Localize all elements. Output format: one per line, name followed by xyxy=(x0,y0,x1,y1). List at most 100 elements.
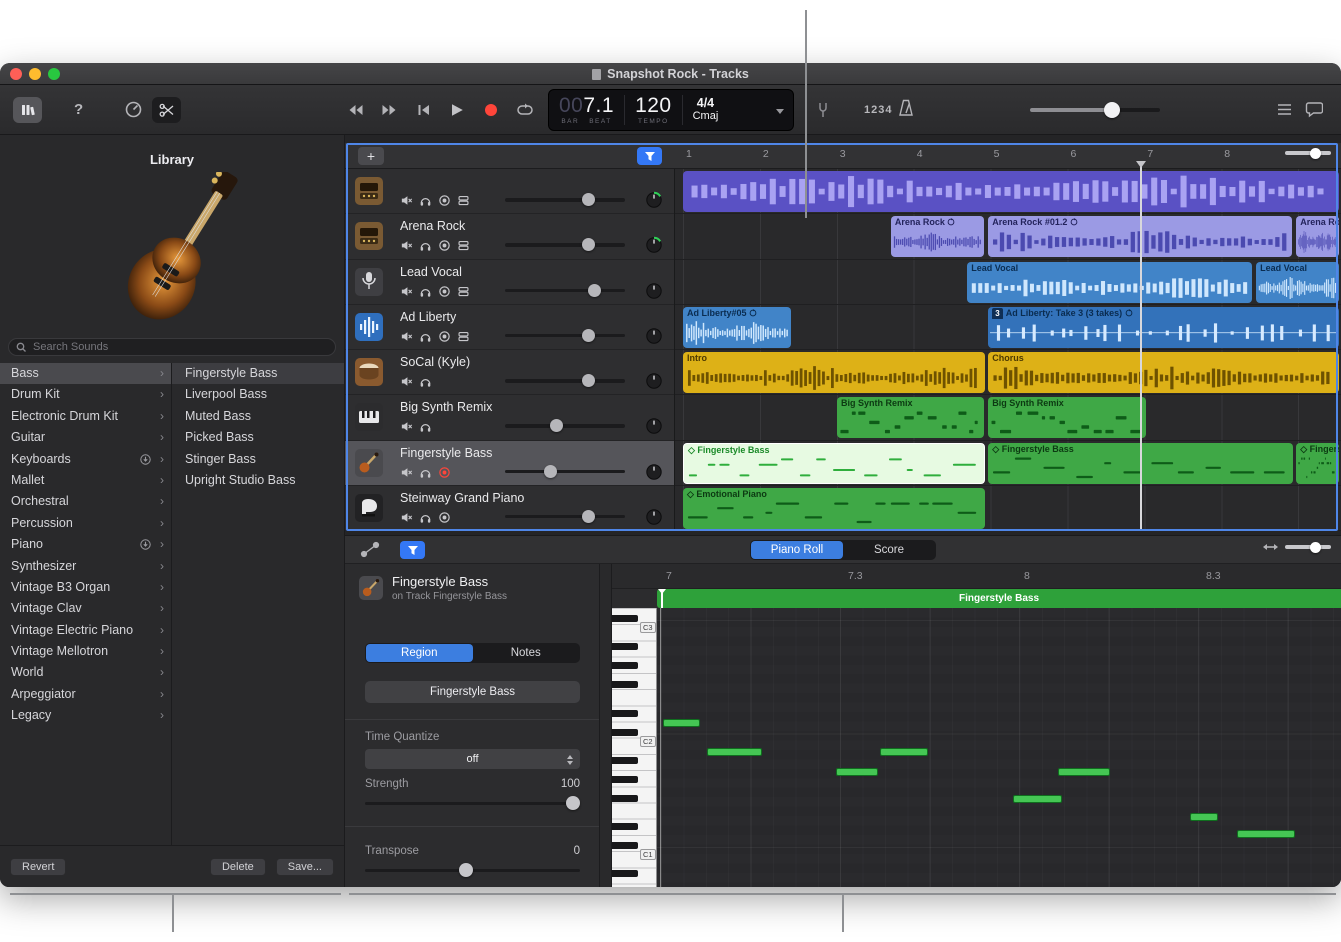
midi-note[interactable] xyxy=(1237,830,1295,838)
editors-button[interactable] xyxy=(152,97,181,123)
black-key[interactable] xyxy=(612,842,638,849)
black-key[interactable] xyxy=(612,757,638,764)
midi-note[interactable] xyxy=(1013,795,1062,803)
region-emotional-piano[interactable]: ◇ Emotional Piano xyxy=(683,488,985,529)
library-category-keyboards[interactable]: Keyboards› xyxy=(0,449,171,470)
midi-note[interactable] xyxy=(880,748,928,756)
region-fingerstyle-bass[interactable]: ◇ Fingerstyle Bass xyxy=(683,443,985,484)
black-key[interactable] xyxy=(612,643,638,650)
delete-button[interactable]: Delete xyxy=(210,858,266,876)
black-key[interactable] xyxy=(612,823,638,830)
record-button[interactable] xyxy=(438,511,451,524)
library-patch-fingerstyle-bass[interactable]: Fingerstyle Bass xyxy=(172,363,344,384)
cycle-button[interactable] xyxy=(508,103,542,117)
metronome-icon[interactable] xyxy=(897,98,915,118)
black-key[interactable] xyxy=(612,870,638,877)
count-in-button[interactable]: 1234 xyxy=(864,104,892,116)
solo-button[interactable] xyxy=(419,466,432,479)
region-intro[interactable]: Intro xyxy=(683,352,985,393)
automation-curve-icon[interactable] xyxy=(360,541,380,558)
solo-button[interactable] xyxy=(419,511,432,524)
track-header-fingerstyle-bass[interactable]: Fingerstyle Bass xyxy=(345,441,674,486)
record-button[interactable] xyxy=(474,103,508,117)
library-category-bass[interactable]: Bass› xyxy=(0,363,171,384)
library-category-vintage-mellotron[interactable]: Vintage Mellotron› xyxy=(0,641,171,662)
play-button[interactable] xyxy=(440,102,474,118)
library-patch-upright-studio-bass[interactable]: Upright Studio Bass xyxy=(172,470,344,491)
tuner-icon[interactable] xyxy=(815,101,831,119)
mute-button[interactable] xyxy=(400,330,413,343)
library-category-arpeggiator[interactable]: Arpeggiator› xyxy=(0,684,171,705)
library-category-legacy[interactable]: Legacy› xyxy=(0,705,171,726)
volume-slider[interactable] xyxy=(505,198,625,202)
region-ad-liberty-05[interactable]: Ad Liberty#05 xyxy=(683,307,791,348)
midi-note[interactable] xyxy=(836,768,878,776)
solo-button[interactable] xyxy=(419,239,432,252)
region-arena-rock[interactable]: Arena Rock xyxy=(891,216,984,257)
forward-button[interactable] xyxy=(372,102,406,118)
revert-button[interactable]: Revert xyxy=(10,858,66,876)
editor-catch-button[interactable] xyxy=(400,541,425,559)
midi-note[interactable] xyxy=(663,719,700,727)
titlebar[interactable]: Snapshot Rock - Tracks xyxy=(0,63,1341,85)
input-button[interactable] xyxy=(457,285,470,298)
editor-zoom-slider[interactable] xyxy=(1285,545,1331,549)
library-category-mallet[interactable]: Mallet› xyxy=(0,470,171,491)
volume-slider[interactable] xyxy=(505,379,625,383)
volume-slider[interactable] xyxy=(505,470,625,474)
playhead[interactable] xyxy=(1140,161,1142,531)
solo-button[interactable] xyxy=(419,194,432,207)
transpose-slider[interactable] xyxy=(365,863,580,877)
pan-knob[interactable] xyxy=(645,508,663,526)
loop-browser-icon[interactable] xyxy=(1305,100,1323,118)
tracks-timeline[interactable]: Arena Rock Arena Rock #01.2 Arena RockLe… xyxy=(675,169,1341,531)
region-lead-vocal[interactable]: Lead Vocal xyxy=(1256,262,1339,303)
black-key[interactable] xyxy=(612,729,638,736)
region-chorus[interactable]: Chorus xyxy=(988,352,1339,393)
track-header-arena-rock[interactable]: Arena Rock xyxy=(345,214,674,259)
volume-slider[interactable] xyxy=(505,515,625,519)
note-pads-icon[interactable] xyxy=(1276,101,1293,118)
record-button[interactable] xyxy=(438,285,451,298)
pan-knob[interactable] xyxy=(645,463,663,481)
pan-knob[interactable] xyxy=(645,417,663,435)
patch-name-button[interactable]: Fingerstyle Bass xyxy=(365,681,580,703)
library-patch-liverpool-bass[interactable]: Liverpool Bass xyxy=(172,384,344,405)
library-category-electronic-drum-kit[interactable]: Electronic Drum Kit› xyxy=(0,406,171,427)
pan-knob[interactable] xyxy=(645,372,663,390)
region-big-synth-remix[interactable]: Big Synth Remix xyxy=(837,397,984,438)
black-key[interactable] xyxy=(612,795,638,802)
black-key[interactable] xyxy=(612,681,638,688)
save-button[interactable]: Save... xyxy=(276,858,334,876)
library-category-vintage-b3-organ[interactable]: Vintage B3 Organ› xyxy=(0,577,171,598)
library-category-world[interactable]: World› xyxy=(0,662,171,683)
region-big-synth-remix[interactable]: Big Synth Remix xyxy=(988,397,1146,438)
track-header-steinway-grand-piano[interactable]: Steinway Grand Piano xyxy=(345,486,674,531)
library-toggle-button[interactable] xyxy=(13,97,42,123)
midi-note[interactable] xyxy=(1058,768,1110,776)
library-category-orchestral[interactable]: Orchestral› xyxy=(0,491,171,512)
solo-button[interactable] xyxy=(419,375,432,388)
volume-slider[interactable] xyxy=(505,334,625,338)
library-category-vintage-electric-piano[interactable]: Vintage Electric Piano› xyxy=(0,620,171,641)
track-header-big-synth-remix[interactable]: Big Synth Remix xyxy=(345,395,674,440)
record-button[interactable] xyxy=(438,194,451,207)
black-key[interactable] xyxy=(612,615,638,622)
region-lead-vocal[interactable]: Lead Vocal xyxy=(967,262,1252,303)
go-to-beginning-button[interactable] xyxy=(406,102,440,118)
input-button[interactable] xyxy=(457,330,470,343)
library-patch-stinger-bass[interactable]: Stinger Bass xyxy=(172,449,344,470)
solo-button[interactable] xyxy=(419,285,432,298)
region-arena-rock[interactable]: Arena Rock xyxy=(1296,216,1339,257)
strength-slider[interactable] xyxy=(365,796,580,810)
timeline-ruler[interactable]: 12345678 xyxy=(675,143,1341,168)
volume-slider[interactable] xyxy=(505,289,625,293)
mute-button[interactable] xyxy=(400,239,413,252)
midi-note[interactable] xyxy=(1190,813,1218,821)
mute-button[interactable] xyxy=(400,420,413,433)
volume-slider[interactable] xyxy=(505,243,625,247)
mute-button[interactable] xyxy=(400,194,413,207)
master-volume-slider[interactable] xyxy=(1030,108,1160,112)
lcd-display[interactable]: 007.1 BARBEAT 120 TEMPO 4/4 Cmaj xyxy=(548,89,794,131)
solo-button[interactable] xyxy=(419,330,432,343)
